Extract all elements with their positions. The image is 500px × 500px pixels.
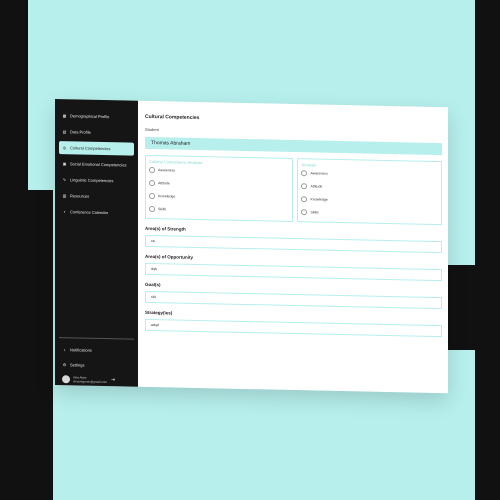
radio-option-attitude[interactable]: Attitude — [301, 183, 438, 192]
sidebar-item-label: Settings — [70, 362, 85, 368]
opportunity-input[interactable]: dqh — [145, 262, 442, 282]
option-label: Skills — [310, 210, 319, 215]
radio-option-awareness[interactable]: Awareness — [149, 166, 289, 176]
student-label: Student — [145, 126, 159, 133]
logout-icon[interactable]: ⇥ — [111, 377, 115, 383]
user-profile[interactable]: Inna Alam vincentgreen@gmail.com ⇥ — [59, 375, 134, 385]
background-panel-left — [0, 0, 28, 500]
sidebar-item-cultural-competencies[interactable]: ◎ Cultural Competencies — [59, 141, 134, 156]
sidebar-item-demographical-profile[interactable]: ▦ Demographical Profile — [59, 109, 134, 124]
main-content: Cultural Competencies Student Thomas Abr… — [145, 107, 442, 387]
radio-option-attitude[interactable]: Attitude — [149, 179, 289, 189]
heart-icon: ▣ — [62, 161, 67, 167]
sidebar-item-label: Notifications — [70, 347, 92, 353]
avatar — [62, 375, 70, 384]
sidebar-item-linguistic-competencies[interactable]: ✎ Linguistic Competencies — [59, 173, 134, 188]
radio-icon[interactable] — [149, 166, 155, 174]
background-panel-right — [475, 0, 500, 500]
box-title: Cultural Competence Analysis — [149, 158, 203, 166]
sidebar-divider — [59, 337, 134, 340]
document-icon: ▤ — [62, 129, 67, 135]
sidebar-item-label: Demographical Profile — [70, 113, 110, 120]
sidebar-item-label: Social Emotional Competencies — [70, 161, 127, 168]
radio-icon[interactable] — [301, 209, 308, 216]
sidebar-item-social-emotional-competencies[interactable]: ▣ Social Emotional Competencies — [59, 157, 134, 172]
sidebar: ▦ Demographical Profile ▤ Data Profile ◎ Cu… — [55, 99, 138, 387]
student-select[interactable]: Thomas Abraham — [145, 136, 442, 156]
sidebar-bottom: ♪ Notifications ⚙ Settings Inna Alam vince… — [59, 343, 134, 385]
background-panel-left-lower — [28, 190, 53, 500]
option-label: Knowledge — [310, 197, 328, 202]
calendar-icon: ▪ — [63, 209, 66, 215]
background-panel-right-inner — [448, 265, 475, 350]
sidebar-item-label: Resources — [70, 193, 90, 199]
strength-input[interactable]: ca — [145, 234, 442, 254]
radio-option-skills[interactable]: Skills — [301, 209, 438, 218]
user-info: Inna Alam vincentgreen@gmail.com — [73, 375, 107, 384]
sidebar-item-resources[interactable]: ▥ Resources — [59, 189, 134, 204]
page-title: Cultural Competencies — [145, 113, 200, 122]
sidebar-nav: ▦ Demographical Profile ▤ Data Profile ◎ Cu… — [55, 99, 138, 220]
option-label: Awareness — [158, 168, 176, 173]
radio-icon[interactable] — [301, 170, 308, 177]
radio-option-knowledge[interactable]: Knowledge — [301, 196, 438, 205]
cultural-competence-analysis-box: Cultural Competence Analysis Awareness A… — [145, 154, 294, 222]
radio-option-skills[interactable]: Skills — [149, 205, 289, 215]
user-email: vincentgreen@gmail.com — [73, 379, 107, 385]
radio-icon[interactable] — [149, 179, 155, 187]
sidebar-item-label: Cultural Competencies — [70, 145, 111, 152]
sidebar-item-notifications[interactable]: ♪ Notifications — [59, 343, 134, 358]
bell-icon: ♪ — [63, 347, 66, 353]
sidebar-item-data-profile[interactable]: ▤ Data Profile — [59, 125, 134, 140]
globe-icon: ◎ — [62, 145, 67, 151]
radio-icon[interactable] — [149, 205, 155, 213]
grid-icon: ▦ — [62, 113, 67, 119]
chart-icon: ▥ — [62, 193, 67, 199]
sidebar-item-conference-calendar[interactable]: ▪ Conference Calendar — [59, 205, 134, 220]
radio-icon[interactable] — [149, 192, 155, 200]
radio-icon[interactable] — [301, 183, 308, 190]
option-label: Attitude — [158, 181, 170, 186]
strategies-input[interactable]: adqd — [145, 318, 442, 338]
sidebar-item-label: Conference Calendar — [70, 209, 109, 216]
translate-icon: ✎ — [62, 177, 67, 183]
sidebar-item-label: Data Profile — [70, 129, 91, 135]
radio-icon[interactable] — [301, 196, 308, 203]
radio-option-knowledge[interactable]: Knowledge — [149, 192, 289, 202]
option-label: Skills — [158, 207, 167, 212]
goals-input[interactable]: sfd — [145, 290, 442, 310]
sidebar-item-label: Linguistic Competencies — [70, 177, 114, 184]
box-title: Analysis — [301, 162, 317, 168]
option-label: Knowledge — [158, 194, 176, 199]
radio-option-awareness[interactable]: Awareness — [301, 170, 438, 179]
option-label: Awareness — [310, 171, 328, 176]
app-window: ▦ Demographical Profile ▤ Data Profile ◎ Cu… — [55, 99, 448, 394]
option-label: Attitude — [310, 184, 323, 189]
sidebar-item-settings[interactable]: ⚙ Settings — [59, 358, 134, 373]
student-name: Thomas Abraham — [151, 140, 191, 147]
gear-icon: ⚙ — [62, 362, 67, 368]
analysis-boxes: Cultural Competence Analysis Awareness A… — [145, 154, 442, 226]
analysis-box: Analysis Awareness Attitude Knowledge Sk… — [297, 158, 442, 226]
